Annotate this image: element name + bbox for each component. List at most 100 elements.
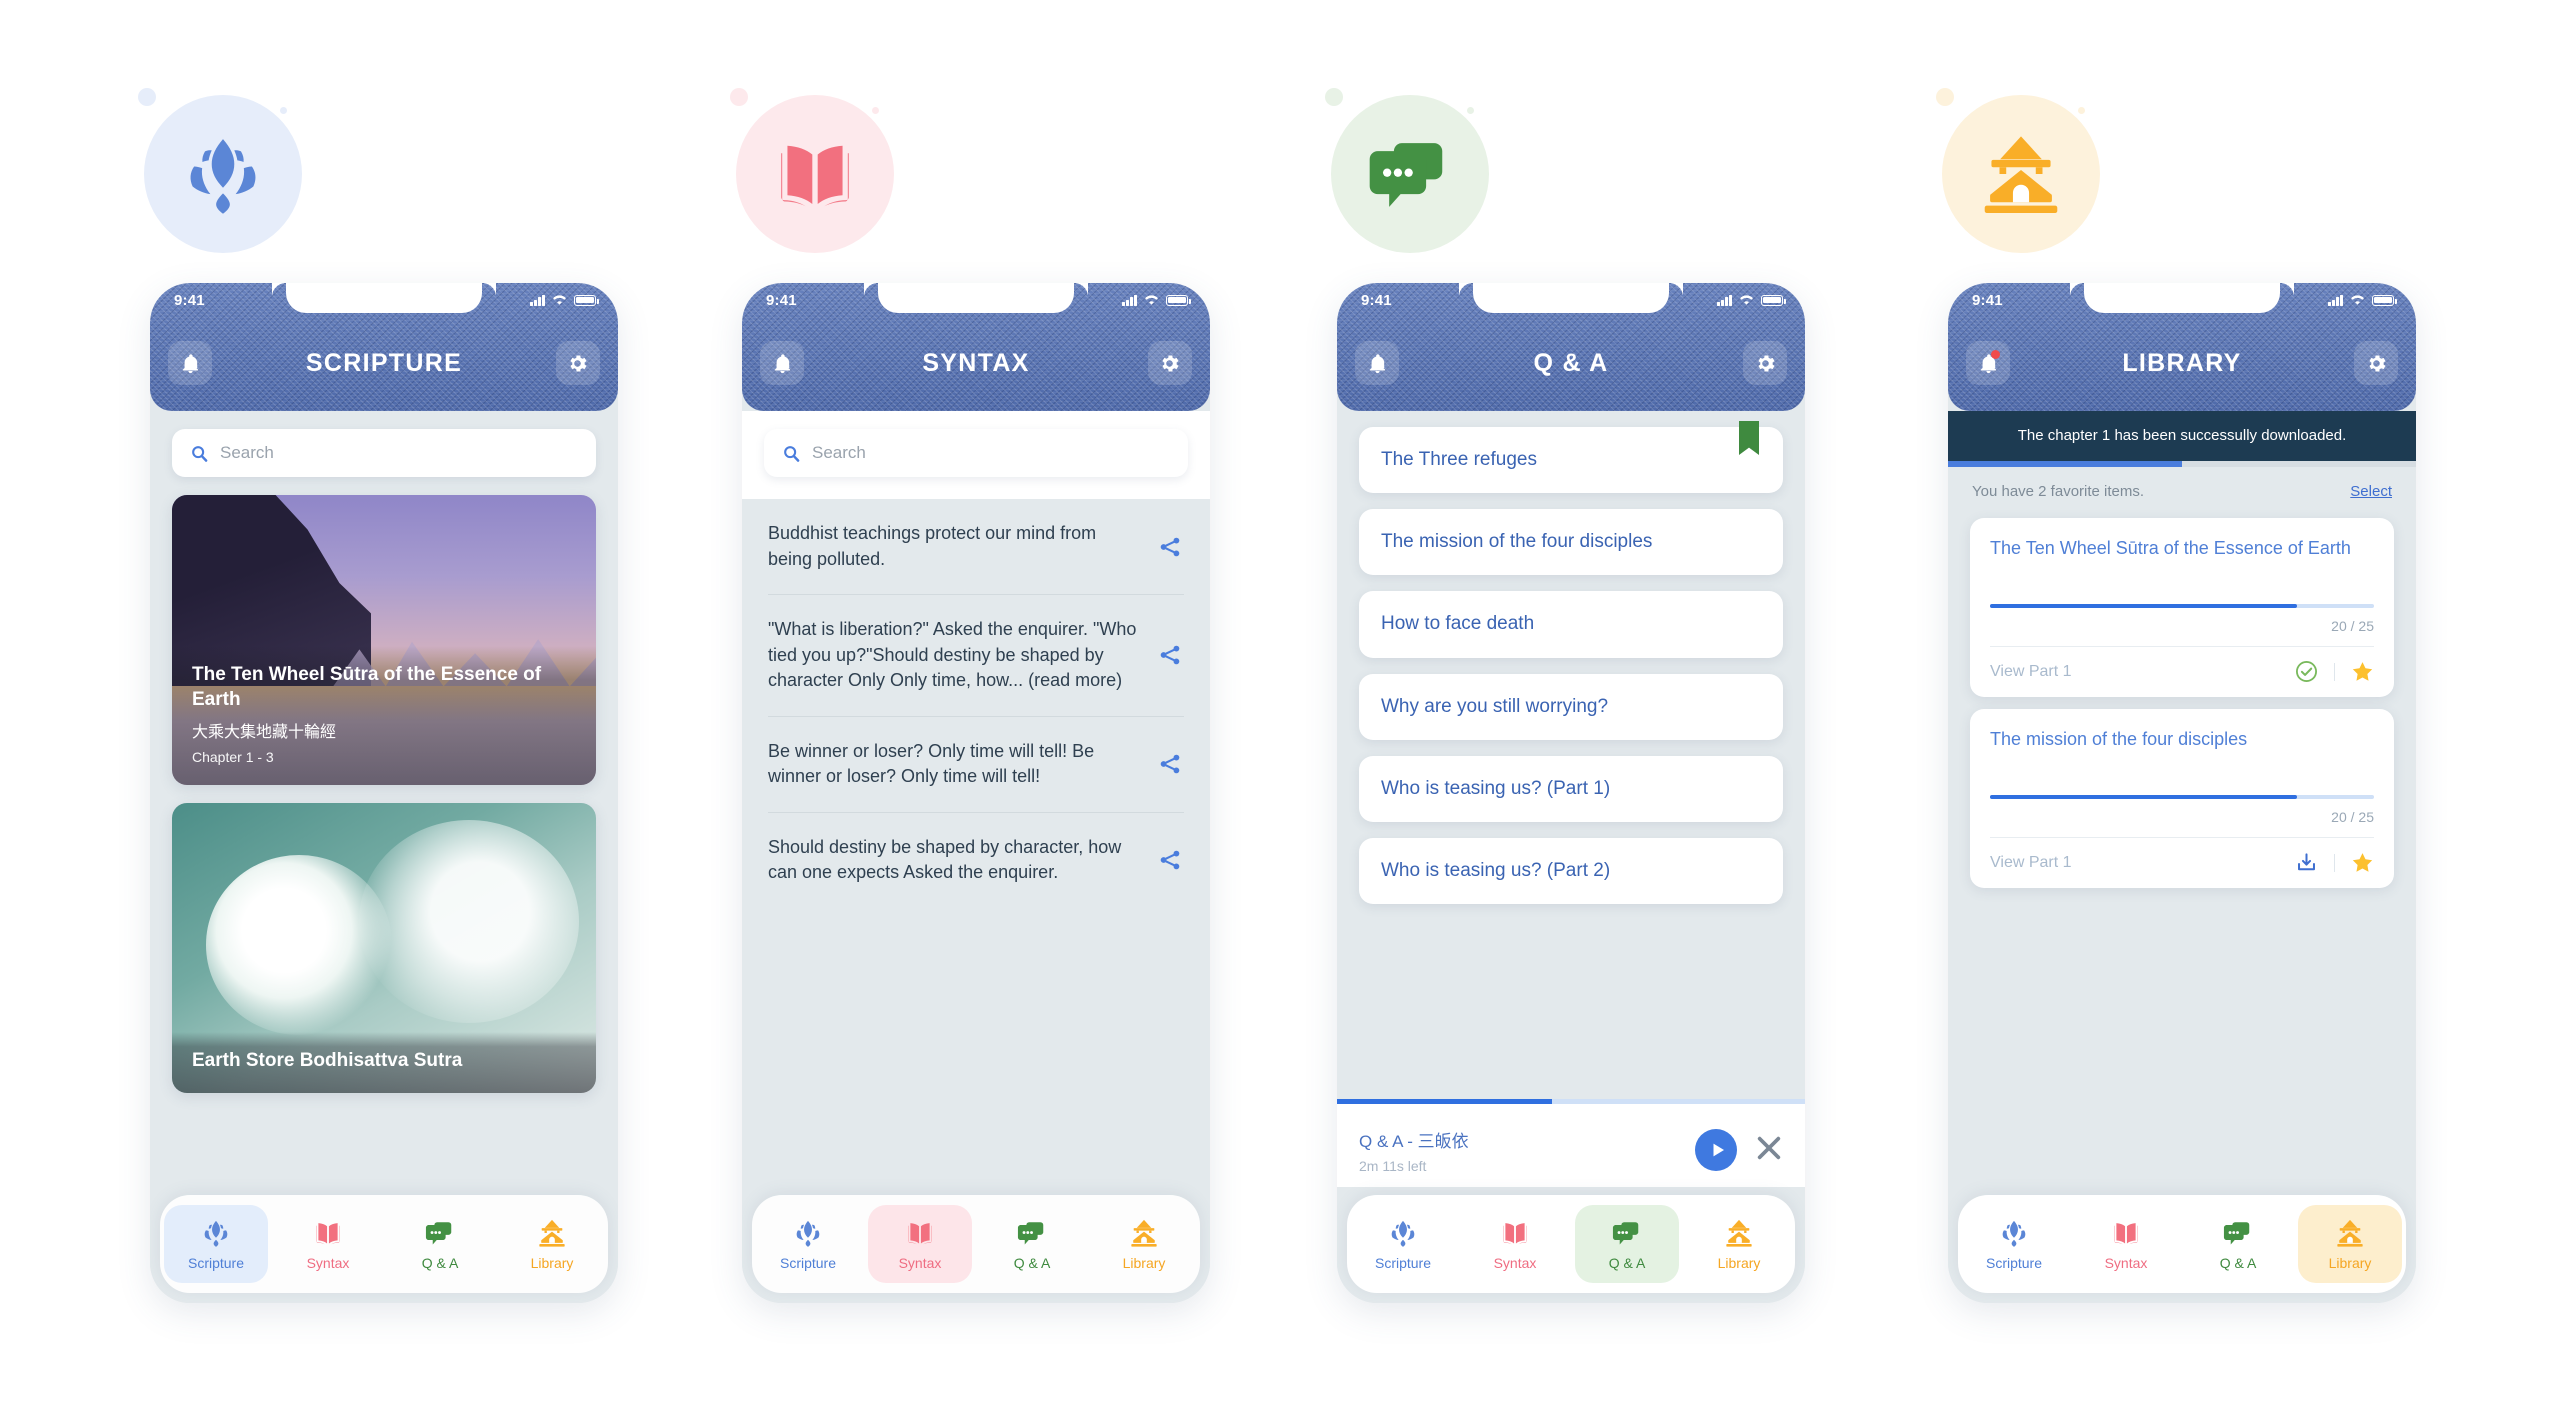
question-card[interactable]: The mission of the four disciples bbox=[1359, 509, 1783, 576]
notifications-button[interactable] bbox=[168, 341, 212, 385]
bell-icon bbox=[1366, 352, 1389, 375]
settings-button[interactable] bbox=[1147, 341, 1192, 385]
quote-text: Buddhist teachings protect our mind from… bbox=[768, 523, 1097, 569]
search-icon bbox=[190, 444, 209, 463]
gear-icon bbox=[1754, 352, 1777, 375]
tab-scripture[interactable]: Scripture bbox=[1962, 1205, 2066, 1283]
tab-syntax[interactable]: Syntax bbox=[1463, 1205, 1567, 1283]
app-header: 9:41 Q & A bbox=[1337, 283, 1805, 411]
question-card[interactable]: Who is teasing us? (Part 2) bbox=[1359, 838, 1783, 905]
quote-item[interactable]: "What is liberation?" Asked the enquirer… bbox=[768, 595, 1184, 717]
tab-scripture[interactable]: Scripture bbox=[164, 1205, 268, 1283]
page-title: SYNTAX bbox=[922, 348, 1030, 377]
library-item-card[interactable]: The mission of the four disciples 20 / 2… bbox=[1970, 709, 2394, 888]
scripture-card[interactable]: The Ten Wheel Sūtra of the Essence of Ea… bbox=[172, 495, 596, 785]
library-item-card[interactable]: The Ten Wheel Sūtra of the Essence of Ea… bbox=[1970, 518, 2394, 697]
view-part-link[interactable]: View Part 1 bbox=[1990, 663, 2072, 681]
favorites-header: You have 2 favorite items. Select bbox=[1948, 467, 2416, 506]
settings-button[interactable] bbox=[1743, 341, 1787, 385]
question-list: The Three refuges The mission of the fou… bbox=[1337, 411, 1805, 905]
open-book-icon bbox=[905, 1218, 935, 1248]
app-header: 9:41 SCRIPTURE bbox=[150, 283, 618, 411]
star-icon[interactable] bbox=[2351, 660, 2374, 683]
gear-icon bbox=[1158, 352, 1181, 375]
favorites-count-label: You have 2 favorite items. bbox=[1972, 483, 2145, 500]
chat-bubbles-icon bbox=[425, 1218, 455, 1248]
tab-syntax[interactable]: Syntax bbox=[868, 1205, 972, 1283]
lotus-icon bbox=[180, 131, 266, 217]
tab-syntax[interactable]: Syntax bbox=[276, 1205, 380, 1283]
bookmark-icon[interactable] bbox=[1737, 421, 1761, 461]
tab-library[interactable]: Library bbox=[1092, 1205, 1196, 1283]
question-card[interactable]: Who is teasing us? (Part 1) bbox=[1359, 755, 1783, 823]
share-button[interactable] bbox=[1158, 848, 1184, 872]
share-button[interactable] bbox=[1158, 535, 1184, 559]
tab-scripture[interactable]: Scripture bbox=[756, 1205, 860, 1283]
question-card[interactable]: The Three refuges bbox=[1359, 427, 1783, 494]
playback-progress[interactable] bbox=[1337, 1099, 1805, 1104]
check-circle-icon[interactable] bbox=[2295, 660, 2318, 683]
tab-qa[interactable]: Q & A bbox=[1575, 1205, 1679, 1283]
notifications-button[interactable] bbox=[760, 341, 804, 385]
decor-dot bbox=[280, 107, 287, 114]
search-input[interactable]: Search bbox=[172, 429, 596, 477]
action-divider bbox=[2334, 662, 2335, 681]
tab-label-library: Library bbox=[530, 1254, 574, 1271]
screen-body: Search Buddhist teachings protect our mi… bbox=[742, 411, 1210, 1303]
wifi-icon bbox=[1145, 295, 1158, 305]
search-input[interactable]: Search bbox=[764, 429, 1188, 477]
pagoda-icon bbox=[537, 1218, 567, 1248]
search-placeholder: Search bbox=[812, 443, 866, 462]
tab-label-qa: Q & A bbox=[1608, 1254, 1646, 1271]
bottom-tab-bar: Scripture Syntax Q & A Library bbox=[1958, 1195, 2406, 1293]
quote-item[interactable]: Buddhist teachings protect our mind from… bbox=[768, 499, 1184, 596]
tab-label-scripture: Scripture bbox=[779, 1254, 837, 1271]
quote-item[interactable]: Be winner or loser? Only time will tell!… bbox=[768, 717, 1184, 813]
pagoda-icon bbox=[1978, 131, 2064, 217]
share-icon bbox=[1158, 643, 1182, 667]
scripture-card[interactable]: Earth Store Bodhisattva Sutra bbox=[172, 803, 596, 1093]
close-player-button[interactable] bbox=[1755, 1134, 1783, 1167]
tab-qa[interactable]: Q & A bbox=[2186, 1205, 2290, 1283]
open-book-icon bbox=[772, 131, 858, 217]
decor-dot bbox=[872, 107, 879, 114]
status-time: 9:41 bbox=[1972, 291, 2003, 309]
play-button[interactable] bbox=[1695, 1129, 1737, 1171]
share-button[interactable] bbox=[1158, 643, 1184, 667]
tab-library[interactable]: Library bbox=[1687, 1205, 1791, 1283]
status-bar: 9:41 bbox=[742, 283, 1210, 315]
select-link[interactable]: Select bbox=[2350, 483, 2392, 500]
chat-bubbles-icon bbox=[1017, 1218, 1047, 1248]
decor-dot bbox=[1325, 88, 1343, 106]
screen-body: The Three refuges The mission of the fou… bbox=[1337, 411, 1805, 1303]
wifi-icon bbox=[1740, 295, 1753, 305]
status-time: 9:41 bbox=[766, 291, 797, 309]
open-book-icon bbox=[1500, 1218, 1530, 1248]
question-card[interactable]: How to face death bbox=[1359, 591, 1783, 658]
battery-icon bbox=[1761, 294, 1786, 306]
status-bar: 9:41 bbox=[1337, 283, 1805, 315]
view-part-link[interactable]: View Part 1 bbox=[1990, 854, 2072, 872]
share-button[interactable] bbox=[1158, 752, 1184, 776]
settings-button[interactable] bbox=[2354, 341, 2398, 385]
notifications-button[interactable] bbox=[1355, 341, 1399, 385]
quote-item[interactable]: Should destiny be shaped by character, h… bbox=[768, 813, 1184, 908]
tab-library[interactable]: Library bbox=[500, 1205, 604, 1283]
tab-qa[interactable]: Q & A bbox=[980, 1205, 1084, 1283]
tab-syntax[interactable]: Syntax bbox=[2074, 1205, 2178, 1283]
pagoda-icon bbox=[1129, 1218, 1159, 1248]
notifications-button[interactable] bbox=[1966, 341, 2010, 385]
tab-scripture[interactable]: Scripture bbox=[1351, 1205, 1455, 1283]
status-bar: 9:41 bbox=[150, 283, 618, 315]
bottom-tab-bar: Scripture Syntax Q & A Library bbox=[752, 1195, 1200, 1293]
tab-qa[interactable]: Q & A bbox=[388, 1205, 492, 1283]
decor-dot bbox=[1467, 107, 1474, 114]
question-card[interactable]: Why are you still worrying? bbox=[1359, 673, 1783, 740]
tab-library[interactable]: Library bbox=[2298, 1205, 2402, 1283]
download-icon[interactable] bbox=[2295, 851, 2318, 874]
tab-label-scripture: Scripture bbox=[1374, 1254, 1432, 1271]
pagoda-icon bbox=[2335, 1218, 2365, 1248]
settings-button[interactable] bbox=[555, 341, 600, 385]
gear-icon bbox=[2365, 352, 2388, 375]
star-icon[interactable] bbox=[2351, 851, 2374, 874]
